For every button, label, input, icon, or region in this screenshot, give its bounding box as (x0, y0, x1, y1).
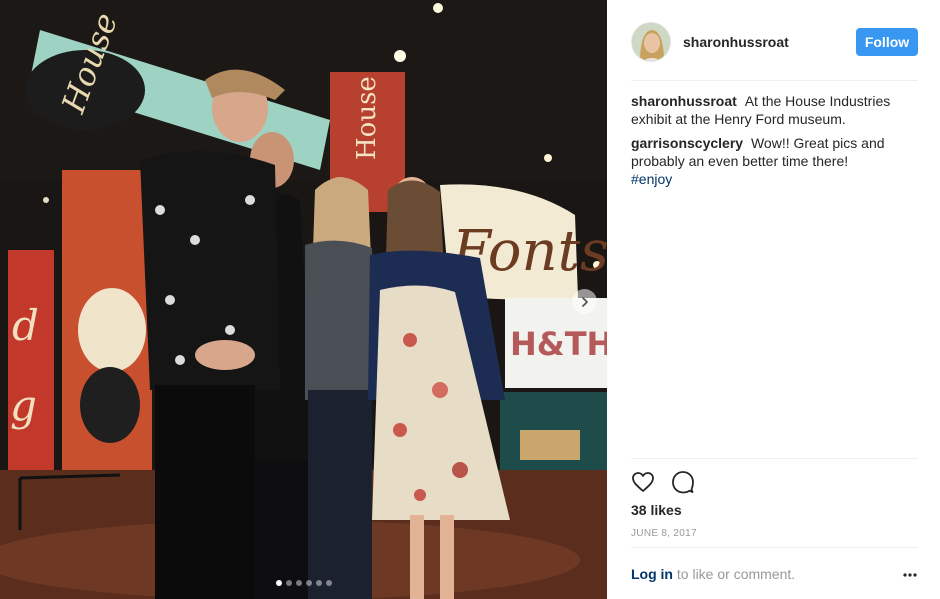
carousel-indicator (0, 580, 607, 586)
actions-divider (631, 458, 918, 459)
more-options-icon[interactable] (902, 567, 918, 583)
post-header: sharonhussroat Follow (631, 21, 918, 63)
follow-button[interactable]: Follow (856, 28, 918, 56)
heart-icon[interactable] (631, 470, 655, 494)
likes-count[interactable]: 38 likes (631, 502, 682, 518)
house-sign-text: House (352, 76, 382, 160)
hashtag-link[interactable]: #enjoy (631, 171, 672, 187)
comment-username[interactable]: sharonhussroat (631, 93, 741, 109)
footer-divider (631, 547, 918, 548)
banner-sign-text: H&TH (510, 325, 607, 363)
carousel-dot (285, 580, 292, 586)
header-divider (631, 80, 918, 81)
post-date: JUNE 8, 2017 (631, 528, 697, 539)
username-link[interactable]: sharonhussroat (683, 34, 789, 50)
post-side-panel: sharonhussroat Follow sharonhussroat At … (607, 0, 940, 599)
avatar-image (632, 23, 670, 61)
comment-item: garrisonscyclery Wow!! Great pics and pr… (631, 134, 918, 188)
avatar[interactable] (631, 22, 671, 62)
post-photo[interactable]: House House d g Fonts H&TH (0, 0, 607, 599)
post-actions (631, 470, 695, 494)
carousel-dot (315, 580, 322, 586)
carousel-dot (305, 580, 312, 586)
login-link[interactable]: Log in (631, 566, 673, 582)
carousel-dot (275, 580, 282, 586)
comment-username[interactable]: garrisonscyclery (631, 135, 747, 151)
svg-text:d: d (12, 301, 39, 350)
comment-icon[interactable] (671, 470, 695, 494)
login-prompt-text: to like or comment. (676, 566, 796, 582)
comments-list: sharonhussroat At the House Industries e… (631, 92, 918, 194)
chevron-right-icon (581, 296, 588, 307)
login-row: Log in to like or comment. (631, 566, 918, 582)
carousel-dot (325, 580, 332, 586)
photo-scene: House House d g Fonts H&TH (0, 0, 607, 599)
svg-text:g: g (10, 381, 37, 430)
carousel-next-button[interactable] (572, 289, 597, 314)
comment-caption: sharonhussroat At the House Industries e… (631, 92, 918, 128)
carousel-dot (295, 580, 302, 586)
